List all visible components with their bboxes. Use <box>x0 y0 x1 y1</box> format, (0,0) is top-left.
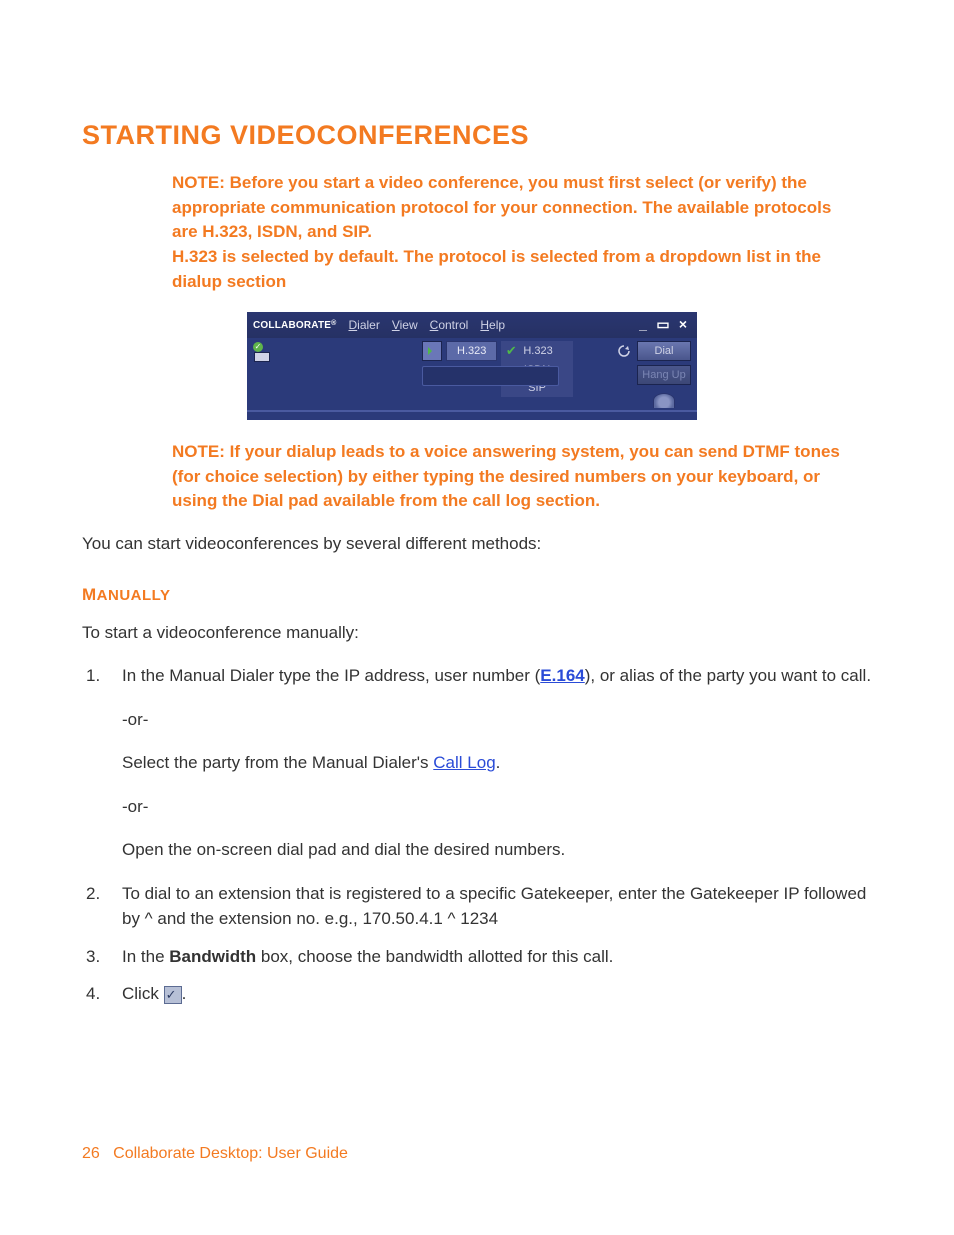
link-call-log[interactable]: Call Log <box>433 753 495 772</box>
dial-input[interactable] <box>422 366 559 386</box>
note-block-1: NOTE: Before you start a video conferenc… <box>82 171 872 294</box>
minimize-icon[interactable]: _ <box>635 316 651 332</box>
steps-list: In the Manual Dialer type the IP address… <box>82 663 872 1007</box>
menu-help[interactable]: Help <box>480 318 505 332</box>
maximize-icon[interactable]: ▭ <box>655 316 671 332</box>
note-text-line: H.323 is selected by default. The protoc… <box>172 247 821 291</box>
bandwidth-label: Bandwidth <box>169 947 256 966</box>
window-controls: _ ▭ × <box>635 316 691 332</box>
app-bottom-bar <box>247 410 697 420</box>
check-button-icon <box>164 986 182 1004</box>
dial-button[interactable]: Dial <box>637 341 691 361</box>
app-screenshot: COLLABORATE® Dialer View Control Help _ … <box>247 312 697 420</box>
note-text-line: NOTE: Before you start a video conferenc… <box>172 173 831 241</box>
or-separator: -or- <box>122 707 872 733</box>
intro-text: You can start videoconferences by severa… <box>82 532 872 557</box>
menu-control[interactable]: Control <box>430 318 469 332</box>
call-buttons: Dial Hang Up <box>615 341 691 385</box>
app-menubar: COLLABORATE® Dialer View Control Help _ … <box>247 312 697 338</box>
protocol-icon[interactable] <box>422 341 442 361</box>
step-2: To dial to an extension that is register… <box>82 881 872 932</box>
or-separator: -or- <box>122 794 872 820</box>
page-number: 26 <box>82 1145 100 1162</box>
manually-heading: MANUALLY <box>82 585 872 605</box>
close-icon[interactable]: × <box>675 316 691 332</box>
step-1-alt-1: Select the party from the Manual Dialer'… <box>122 750 872 776</box>
document-page: STARTING VIDEOCONFERENCES NOTE: Before y… <box>0 0 954 1235</box>
step-1-alt-2: Open the on-screen dial pad and dial the… <box>122 837 872 863</box>
app-logo: COLLABORATE® <box>253 320 336 331</box>
protocol-option-h323[interactable]: ✔ H.323 <box>501 341 572 361</box>
app-toolbar: ✓ H.323 ✔ H.323 ISDN SIP <box>247 338 697 410</box>
hangup-button[interactable]: Hang Up <box>637 365 691 385</box>
manually-intro: To start a videoconference manually: <box>82 621 872 646</box>
camera-status-icon[interactable]: ✓ <box>253 344 273 364</box>
protocol-selected[interactable]: H.323 <box>446 341 497 361</box>
menu-dialer[interactable]: Dialer <box>348 318 379 332</box>
step-1: In the Manual Dialer type the IP address… <box>82 663 872 863</box>
note-block-2: NOTE: If your dialup leads to a voice an… <box>82 440 872 514</box>
refresh-icon[interactable] <box>615 342 633 360</box>
page-footer: 26 Collaborate Desktop: User Guide <box>82 1145 348 1163</box>
menu-view[interactable]: View <box>392 318 418 332</box>
link-e164[interactable]: E.164 <box>540 666 584 685</box>
page-heading: STARTING VIDEOCONFERENCES <box>82 120 872 151</box>
footer-title: Collaborate Desktop: User Guide <box>113 1145 348 1162</box>
step-3: In the Bandwidth box, choose the bandwid… <box>82 944 872 970</box>
checkmark-icon: ✔ <box>503 343 519 359</box>
step-4: Click . <box>82 981 872 1007</box>
globe-icon[interactable] <box>653 393 675 408</box>
